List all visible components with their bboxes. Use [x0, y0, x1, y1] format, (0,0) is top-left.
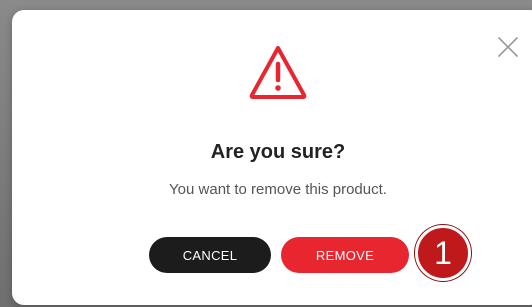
- close-button[interactable]: [497, 36, 519, 58]
- dialog-message: You want to remove this product.: [169, 181, 387, 198]
- close-icon: [498, 37, 518, 57]
- warning-triangle-icon: [247, 43, 309, 101]
- dialog-title: Are you sure?: [210, 141, 346, 163]
- cancel-button[interactable]: CANCEL: [149, 237, 271, 273]
- remove-button[interactable]: REMOVE: [281, 237, 409, 273]
- step-number-badge: 1: [415, 225, 471, 281]
